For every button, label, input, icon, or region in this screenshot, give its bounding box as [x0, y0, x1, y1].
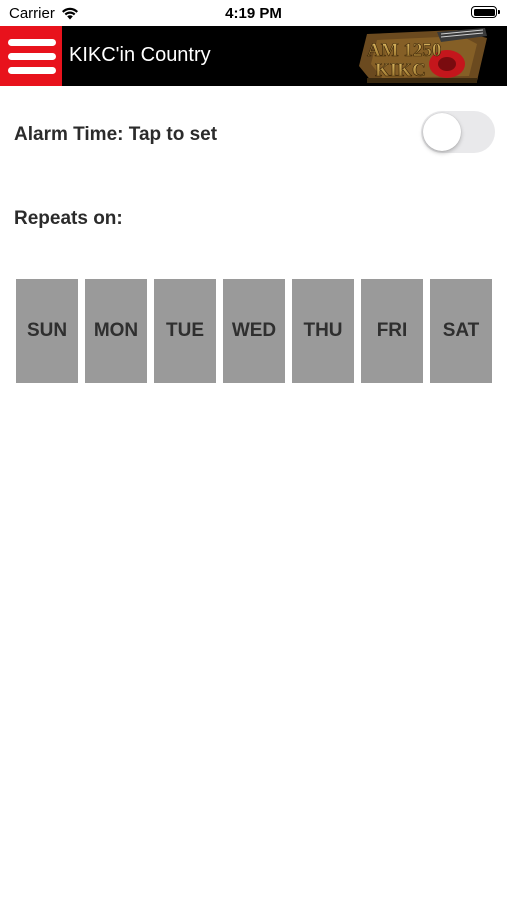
logo-line1: AM 1250 — [367, 40, 441, 61]
menu-bar-top — [8, 39, 56, 46]
logo-line2: KIKC — [375, 60, 426, 81]
nav-bar: KIKC'in Country AM 1250 KIKC — [0, 26, 507, 86]
day-button-thu[interactable]: THU — [292, 279, 354, 383]
alarm-toggle[interactable] — [421, 111, 495, 153]
status-time: 4:19 PM — [225, 5, 282, 22]
day-button-wed[interactable]: WED — [223, 279, 285, 383]
toggle-knob — [423, 113, 461, 151]
page-title: KIKC'in Country — [69, 44, 211, 66]
battery-level — [473, 8, 495, 16]
battery-icon — [471, 6, 500, 18]
day-button-sun[interactable]: SUN — [16, 279, 78, 383]
day-selector: SUN MON TUE WED THU FRI SAT — [16, 279, 492, 383]
alarm-time-row[interactable]: Alarm Time: Tap to set — [0, 108, 507, 158]
day-button-mon[interactable]: MON — [85, 279, 147, 383]
status-bar: Carrier 4:19 PM — [0, 0, 507, 26]
hamburger-menu-icon[interactable] — [0, 26, 62, 86]
repeats-label: Repeats on: — [14, 208, 123, 229]
menu-bar-bottom — [8, 67, 56, 74]
day-button-tue[interactable]: TUE — [154, 279, 216, 383]
menu-bar-middle — [8, 53, 56, 60]
alarm-screen: Carrier 4:19 PM KIKC'in Country AM 1250 … — [0, 0, 507, 900]
station-logo: AM 1250 KIKC — [337, 26, 495, 86]
day-button-sat[interactable]: SAT — [430, 279, 492, 383]
day-button-fri[interactable]: FRI — [361, 279, 423, 383]
alarm-time-label[interactable]: Alarm Time: Tap to set — [14, 124, 217, 146]
